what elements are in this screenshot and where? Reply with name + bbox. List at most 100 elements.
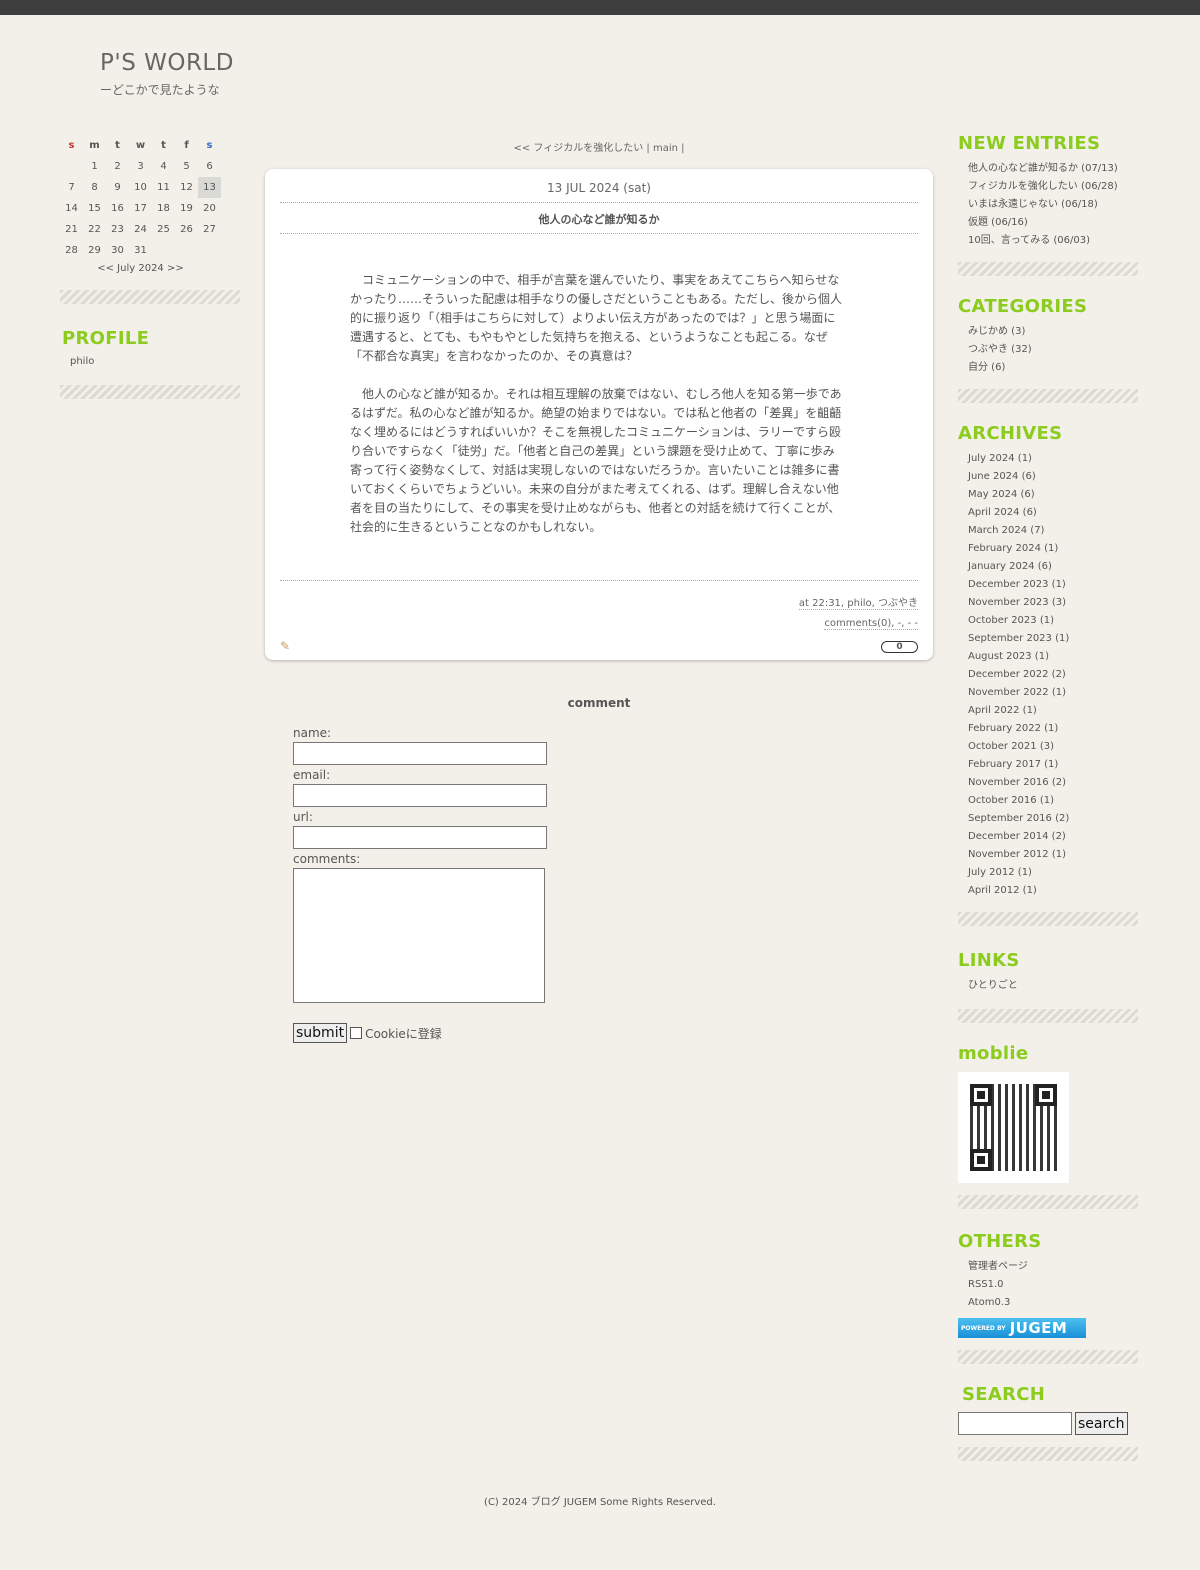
calendar-day[interactable]: 12 [175, 177, 198, 198]
calendar-day[interactable]: 8 [83, 177, 106, 198]
calendar-day[interactable]: 7 [60, 177, 83, 198]
category-link[interactable]: つぶやき (32) [968, 341, 1138, 359]
new-entry-link[interactable]: 仮題 (06/16) [968, 214, 1138, 232]
calendar-day[interactable]: 23 [106, 219, 129, 240]
calendar-nav[interactable]: << July 2024 >> [60, 263, 221, 274]
calendar-day[interactable]: 22 [83, 219, 106, 240]
entry-date: 13 JUL 2024 (sat) [547, 181, 651, 195]
calendar-day[interactable]: 15 [83, 198, 106, 219]
archive-link[interactable]: July 2012 (1) [968, 864, 1138, 882]
external-link[interactable]: ひとりごと [968, 977, 1138, 995]
calendar-day[interactable]: 31 [129, 240, 152, 261]
divider [958, 262, 1138, 276]
category-link[interactable]: みじかめ (3) [968, 323, 1138, 341]
divider [958, 1447, 1138, 1461]
archive-link[interactable]: January 2024 (6) [968, 558, 1138, 576]
entry-meta-comments[interactable]: comments(0), -, - - [824, 618, 918, 630]
calendar-day[interactable]: 30 [106, 240, 129, 261]
category-link[interactable]: 自分 (6) [968, 359, 1138, 377]
archive-link[interactable]: February 2017 (1) [968, 756, 1138, 774]
new-entry-link[interactable]: 10回、言ってみる (06/03) [968, 232, 1138, 250]
archive-link[interactable]: October 2023 (1) [968, 612, 1138, 630]
jugem-badge[interactable]: POWERED BY JUGEM [958, 1318, 1086, 1338]
submit-row: submit Cookieに登録 [293, 1023, 593, 1043]
entry-meta-posted[interactable]: at 22:31, philo, つぶやき [798, 598, 918, 610]
archive-link[interactable]: February 2022 (1) [968, 720, 1138, 738]
calendar-day[interactable]: 9 [106, 177, 129, 198]
calendar-day[interactable]: 1 [83, 156, 106, 177]
divider [958, 1350, 1138, 1364]
divider [958, 1195, 1138, 1209]
email-input[interactable] [293, 784, 547, 807]
new-entries-list: 他人の心など誰が知るか (07/13) フィジカルを強化したい (06/28) いま… [958, 160, 1138, 250]
calendar-day[interactable]: 29 [83, 240, 106, 261]
calendar-day[interactable]: 26 [175, 219, 198, 240]
archive-link[interactable]: April 2024 (6) [968, 504, 1138, 522]
calendar-day[interactable]: 10 [129, 177, 152, 198]
calendar-day[interactable]: 6 [198, 156, 221, 177]
entry-pager[interactable]: << フィジカルを強化したい | main | [265, 139, 933, 154]
other-link[interactable]: Atom0.3 [968, 1294, 1138, 1312]
archive-link[interactable]: December 2023 (1) [968, 576, 1138, 594]
archive-link[interactable]: April 2012 (1) [968, 882, 1138, 900]
name-label: name: [293, 726, 332, 740]
entry-title[interactable]: 他人の心など誰が知るか [280, 211, 918, 227]
calendar-day[interactable]: 24 [129, 219, 152, 240]
calendar-day[interactable]: 19 [175, 198, 198, 219]
name-input[interactable] [293, 742, 547, 765]
archive-link[interactable]: March 2024 (7) [968, 522, 1138, 540]
archive-link[interactable]: October 2021 (3) [968, 738, 1138, 756]
calendar-day[interactable]: 16 [106, 198, 129, 219]
other-link[interactable]: 管理者ページ [968, 1258, 1138, 1276]
calendar-day[interactable]: 5 [175, 156, 198, 177]
entry-meta: at 22:31, philo, つぶやき comments(0), -, - … [798, 594, 918, 634]
calendar-day[interactable]: 3 [129, 156, 152, 177]
archive-link[interactable]: November 2022 (1) [968, 684, 1138, 702]
search-button[interactable]: search [1075, 1412, 1128, 1435]
archive-link[interactable]: September 2023 (1) [968, 630, 1138, 648]
like-counter[interactable]: 0 [881, 641, 918, 653]
site-title[interactable]: P'S WORLD [100, 50, 234, 76]
archive-link[interactable]: September 2016 (2) [968, 810, 1138, 828]
other-link[interactable]: RSS1.0 [968, 1276, 1138, 1294]
url-input[interactable] [293, 826, 547, 849]
comment-form: name: email: url: comments: submit Cooki… [293, 725, 593, 1043]
archive-link[interactable]: June 2024 (6) [968, 468, 1138, 486]
comments-textarea[interactable] [293, 868, 545, 1003]
submit-button[interactable]: submit [293, 1023, 348, 1043]
calendar-day[interactable]: 27 [198, 219, 221, 240]
archive-link[interactable]: April 2022 (1) [968, 702, 1138, 720]
calendar-day[interactable]: 2 [106, 156, 129, 177]
calendar-day[interactable]: 20 [198, 198, 221, 219]
cookie-checkbox[interactable] [350, 1027, 363, 1039]
archive-link[interactable]: February 2024 (1) [968, 540, 1138, 558]
archive-link[interactable]: November 2016 (2) [968, 774, 1138, 792]
archive-link[interactable]: December 2014 (2) [968, 828, 1138, 846]
calendar-day[interactable]: 25 [152, 219, 175, 240]
trackback-icon[interactable]: ✎ [280, 639, 290, 653]
archive-link[interactable]: October 2016 (1) [968, 792, 1138, 810]
calendar-day[interactable]: 11 [152, 177, 175, 198]
calendar-day[interactable]: 14 [60, 198, 83, 219]
new-entry-link[interactable]: 他人の心など誰が知るか (07/13) [968, 160, 1138, 178]
calendar-day[interactable]: 4 [152, 156, 175, 177]
calendar-day[interactable]: 21 [60, 219, 83, 240]
archive-link[interactable]: July 2024 (1) [968, 450, 1138, 468]
calendar-day[interactable]: 17 [129, 198, 152, 219]
archive-link[interactable]: December 2022 (2) [968, 666, 1138, 684]
left-sidebar: s m t w t f s 1 2 3 4 5 6 7 8 9 10 11 12 13 14 15 16 17 1… [60, 135, 240, 399]
divider [280, 580, 918, 581]
calendar-day[interactable]: 18 [152, 198, 175, 219]
archive-link[interactable]: November 2023 (3) [968, 594, 1138, 612]
weekday-label: s [68, 140, 75, 151]
calendar-day[interactable]: 13 [198, 177, 221, 198]
search-input[interactable] [958, 1412, 1072, 1435]
entry-paragraph: 他人の心など誰が知るか。それは相互理解の放棄ではない、むしろ他人を知る第一歩であ… [350, 387, 842, 534]
archive-link[interactable]: November 2012 (1) [968, 846, 1138, 864]
archive-link[interactable]: May 2024 (6) [968, 486, 1138, 504]
weekday-label: m [89, 140, 100, 151]
new-entry-link[interactable]: いまは永遠じゃない (06/18) [968, 196, 1138, 214]
archive-link[interactable]: August 2023 (1) [968, 648, 1138, 666]
calendar-day[interactable]: 28 [60, 240, 83, 261]
new-entry-link[interactable]: フィジカルを強化したい (06/28) [968, 178, 1138, 196]
